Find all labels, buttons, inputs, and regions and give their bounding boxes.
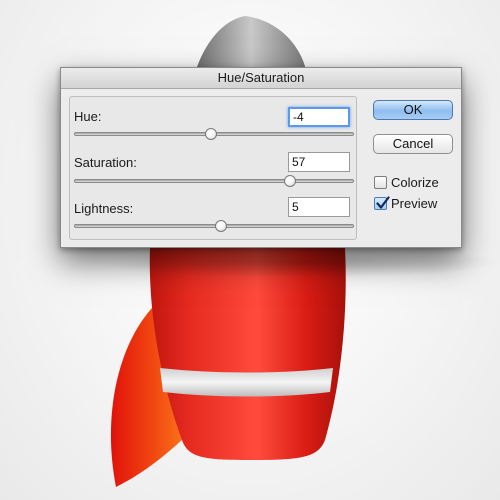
rocket-body bbox=[149, 248, 346, 460]
hue-label: Hue: bbox=[74, 109, 102, 124]
saturation-slider-track[interactable] bbox=[74, 179, 354, 183]
lightness-label: Lightness: bbox=[74, 201, 134, 216]
preview-label[interactable]: Preview bbox=[391, 196, 437, 211]
lightness-slider-track[interactable] bbox=[74, 224, 354, 228]
dialog-title: Hue/Saturation bbox=[61, 68, 461, 89]
adjustments-panel: Hue: Saturation: Lightness: bbox=[69, 96, 357, 240]
colorize-checkbox[interactable] bbox=[374, 176, 387, 189]
cancel-button[interactable]: Cancel bbox=[373, 134, 453, 154]
checkmark-icon bbox=[376, 196, 390, 209]
lightness-input[interactable] bbox=[288, 197, 350, 217]
lightness-slider-thumb[interactable] bbox=[215, 220, 227, 232]
hue-saturation-dialog: Hue/Saturation Hue: Saturation: Lightnes… bbox=[60, 67, 462, 248]
preview-checkbox[interactable] bbox=[374, 196, 390, 210]
colorize-label[interactable]: Colorize bbox=[391, 175, 439, 190]
rocket-nose-cone bbox=[196, 16, 306, 70]
saturation-input[interactable] bbox=[288, 152, 350, 172]
hue-slider-thumb[interactable] bbox=[205, 128, 218, 140]
saturation-slider-thumb[interactable] bbox=[283, 175, 296, 187]
saturation-label: Saturation: bbox=[74, 155, 137, 170]
ok-button[interactable]: OK bbox=[373, 100, 453, 120]
hue-input[interactable] bbox=[288, 107, 350, 127]
